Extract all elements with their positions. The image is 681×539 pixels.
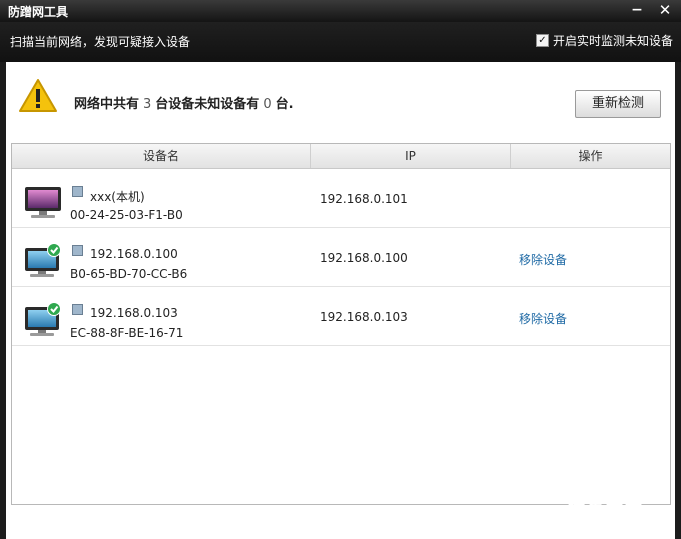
column-ip[interactable]: IP — [311, 144, 511, 168]
device-mac: B0-65-BD-70-CC-B6 — [70, 267, 188, 281]
device-mac: EC-88-8F-BE-16-71 — [70, 326, 184, 340]
summary-middle: 台设备未知设备有 — [155, 97, 260, 112]
window-title: 防蹭网工具 — [8, 5, 69, 19]
summary-suffix: 台. — [275, 97, 294, 112]
column-action[interactable]: 操作 — [511, 144, 670, 168]
remove-device-link[interactable]: 移除设备 — [519, 310, 567, 327]
unknown-count: 0 — [263, 97, 272, 112]
watermark-url: www.ikaka.com — [554, 517, 633, 528]
device-ip: 192.168.0.103 — [320, 310, 408, 324]
warning-icon — [19, 79, 57, 112]
trusted-computer-icon — [25, 302, 61, 336]
device-name: xxx(本机) — [90, 190, 145, 204]
summary-text: 网络中共有 3 台设备未知设备有 0 台. — [74, 93, 294, 112]
watermark-brand: 瑞星卡卡 — [568, 497, 644, 517]
main-panel: 网络中共有 3 台设备未知设备有 0 台. 重新检测 设备名 IP 操作 xxx(本机) — [6, 62, 675, 539]
device-ip: 192.168.0.100 — [320, 251, 408, 265]
title-bar: 防蹭网工具 − ✕ — [0, 0, 681, 22]
table-row[interactable]: xxx(本机) 00-24-25-03-F1-B0 192.168.0.101 — [12, 169, 670, 228]
device-count: 3 — [143, 97, 152, 112]
close-button[interactable]: ✕ — [654, 0, 676, 20]
device-type-icon — [72, 304, 83, 315]
device-name: 192.168.0.100 — [90, 247, 178, 261]
device-ip: 192.168.0.101 — [320, 192, 408, 206]
watermark: 瑞星卡卡 www.ikaka.com — [548, 492, 678, 536]
remove-device-link[interactable]: 移除设备 — [519, 251, 567, 268]
summary-prefix: 网络中共有 — [74, 97, 140, 112]
device-type-icon — [72, 186, 83, 197]
device-mac: 00-24-25-03-F1-B0 — [70, 208, 183, 222]
table-row[interactable]: 192.168.0.100 B0-65-BD-70-CC-B6 192.168.… — [12, 228, 670, 287]
device-type-icon — [72, 245, 83, 256]
local-computer-icon — [25, 187, 61, 218]
minimize-button[interactable]: − — [626, 0, 648, 20]
column-device-name[interactable]: 设备名 — [12, 144, 311, 168]
trusted-computer-icon — [25, 243, 61, 277]
header-bar: 扫描当前网络，发现可疑接入设备 ✓ 开启实时监测未知设备 — [0, 22, 681, 62]
monitor-toggle[interactable]: ✓ 开启实时监测未知设备 — [535, 32, 673, 49]
monitor-checkbox[interactable]: ✓ — [535, 34, 549, 47]
recheck-button[interactable]: 重新检测 — [575, 90, 661, 118]
device-name: 192.168.0.103 — [90, 306, 178, 320]
monitor-label: 开启实时监测未知设备 — [552, 34, 673, 48]
table-header: 设备名 IP 操作 — [12, 144, 670, 169]
subtitle: 扫描当前网络，发现可疑接入设备 — [10, 35, 191, 49]
table-row[interactable]: 192.168.0.103 EC-88-8F-BE-16-71 192.168.… — [12, 287, 670, 346]
device-table: 设备名 IP 操作 xxx(本机) 00-24-25-03-F1-B0 192.… — [11, 143, 671, 505]
app-window: 防蹭网工具 − ✕ 扫描当前网络，发现可疑接入设备 ✓ 开启实时监测未知设备 网… — [0, 0, 681, 539]
